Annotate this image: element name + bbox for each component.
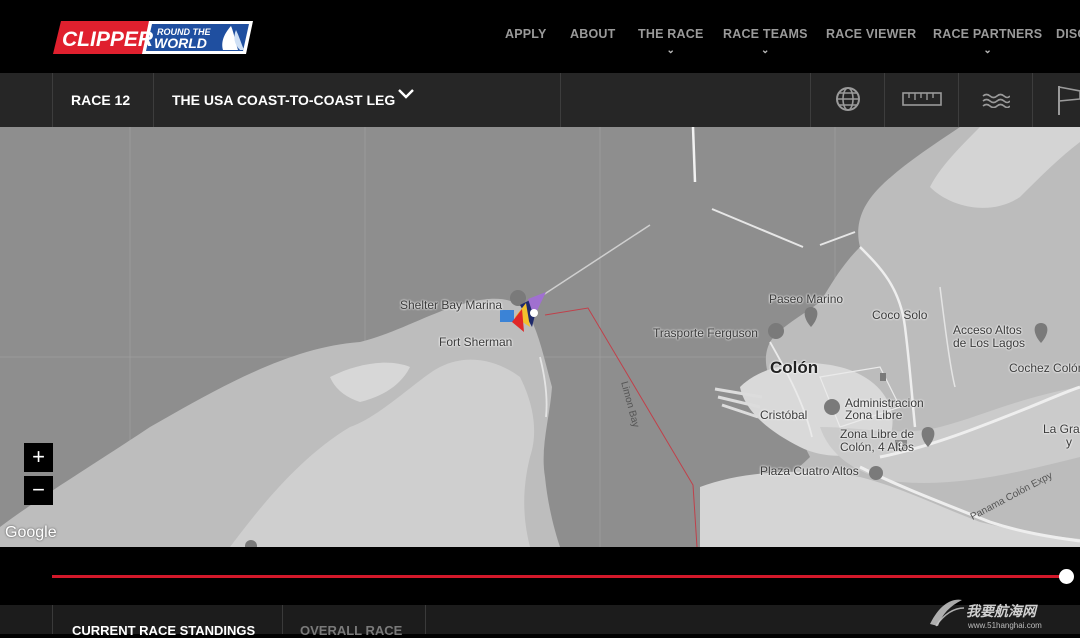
map-label-trasporte: Trasporte Ferguson: [653, 326, 758, 340]
timeline-handle[interactable]: [1059, 569, 1074, 584]
map-label-cristobal: Cristóbal: [760, 408, 808, 422]
chevron-down-icon: ⌄: [666, 45, 676, 56]
map-label-zona-libre-de: Zona Libre de: [840, 427, 915, 441]
nav-disc[interactable]: DISC: [1056, 27, 1080, 41]
top-navigation-bar: CLIPPER ROUND THE WORLD APPLY ABOUT THE …: [0, 0, 1080, 73]
windsock-icon[interactable]: [1056, 84, 1080, 116]
tab-current-race-standings[interactable]: CURRENT RACE STANDINGS: [52, 605, 283, 638]
watermark-logo: 我要航海网 www.51hanghai.com: [930, 599, 1042, 630]
race-map[interactable]: Shelter Bay Marina Fort Sherman Paseo Ma…: [0, 127, 1080, 547]
nav-apply[interactable]: APPLY: [505, 27, 547, 41]
map-label-plaza-cuatro: Plaza Cuatro Altos: [760, 464, 859, 478]
zoom-out-button[interactable]: −: [24, 476, 53, 505]
timeline-track[interactable]: [52, 575, 1066, 578]
nav-race-viewer[interactable]: RACE VIEWER: [826, 27, 916, 41]
google-attribution: Google: [5, 524, 57, 541]
map-label-coco-solo: Coco Solo: [872, 308, 928, 322]
map-label-acceso-altos: Acceso Altos: [953, 323, 1022, 337]
map-label-cochez: Cochez Colón: [1009, 361, 1080, 375]
ruler-icon[interactable]: [902, 92, 942, 106]
map-label-colon: Colón: [770, 358, 819, 377]
map-label-paseo-marino: Paseo Marino: [769, 292, 844, 306]
waves-icon[interactable]: [982, 92, 1010, 108]
chevron-down-icon: ⌄: [983, 45, 992, 56]
race-number[interactable]: RACE 12: [71, 92, 130, 108]
route-3-shield: 3: [898, 440, 904, 450]
tab-label: OVERALL RACE: [300, 623, 403, 638]
globe-icon[interactable]: [835, 86, 861, 112]
race-leg-select[interactable]: THE USA COAST-TO-COAST LEG: [172, 92, 395, 108]
zoom-in-button[interactable]: +: [24, 443, 53, 472]
map-label-shelter-bay: Shelter Bay Marina: [400, 298, 503, 312]
map-label-la-granja: La Granja: [1043, 422, 1080, 436]
chevron-down-icon[interactable]: [397, 88, 415, 100]
race-timeline: [0, 547, 1080, 605]
chevron-down-icon: ⌄: [761, 45, 770, 56]
tab-overall-race[interactable]: OVERALL RACE: [282, 605, 426, 638]
nav-race-teams[interactable]: RACE TEAMS ⌄: [723, 27, 808, 56]
map-label-zona-libre: Zona Libre: [845, 408, 903, 422]
nav-the-race[interactable]: THE RACE ⌄: [638, 27, 704, 56]
nav-race-partners[interactable]: RACE PARTNERS ⌄: [933, 27, 1042, 56]
watermark-url: www.51hanghai.com: [967, 621, 1042, 630]
map-label-fort-sherman: Fort Sherman: [439, 335, 513, 349]
map-label-la-granja-y: y: [1066, 435, 1072, 449]
main-nav: APPLY ABOUT THE RACE ⌄ RACE TEAMS ⌄ RACE V…: [0, 27, 1080, 67]
map-label-de-los-lagos: de Los Lagos: [953, 336, 1026, 350]
map-basemap: [0, 127, 1080, 547]
tab-label: CURRENT RACE STANDINGS: [72, 623, 256, 638]
nav-about[interactable]: ABOUT: [570, 27, 615, 41]
standings-tabs: CURRENT RACE STANDINGS OVERALL RACE: [0, 605, 1080, 638]
watermark-cn: 我要航海网: [966, 603, 1038, 620]
